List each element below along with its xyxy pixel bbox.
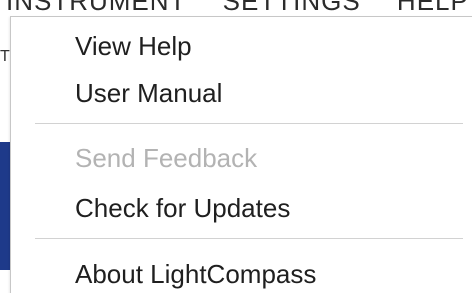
menu-separator — [35, 238, 463, 239]
menu-item-check-for-updates[interactable]: Check for Updates — [75, 193, 290, 223]
menubar-item-settings[interactable]: SETTINGS — [223, 0, 361, 16]
menu-item-about[interactable]: About LightCompass — [75, 259, 316, 289]
menu-separator — [35, 123, 463, 124]
menu-item-send-feedback: Send Feedback — [75, 143, 258, 173]
menu-item-view-help[interactable]: View Help — [75, 31, 192, 61]
underlying-window-text-fragment: T — [0, 48, 10, 65]
menu-item-user-manual[interactable]: User Manual — [75, 78, 222, 108]
menubar-item-instrument[interactable]: INSTRUMENT — [6, 0, 186, 16]
help-dropdown-menu: View Help User Manual Send Feedback Chec… — [10, 16, 472, 293]
underlying-window-accent-bar — [0, 142, 10, 270]
menubar: INSTRUMENT SETTINGS HELP — [0, 0, 472, 16]
screen: INSTRUMENT SETTINGS HELP T View Help Use… — [0, 0, 472, 293]
menubar-item-help[interactable]: HELP — [397, 0, 469, 16]
